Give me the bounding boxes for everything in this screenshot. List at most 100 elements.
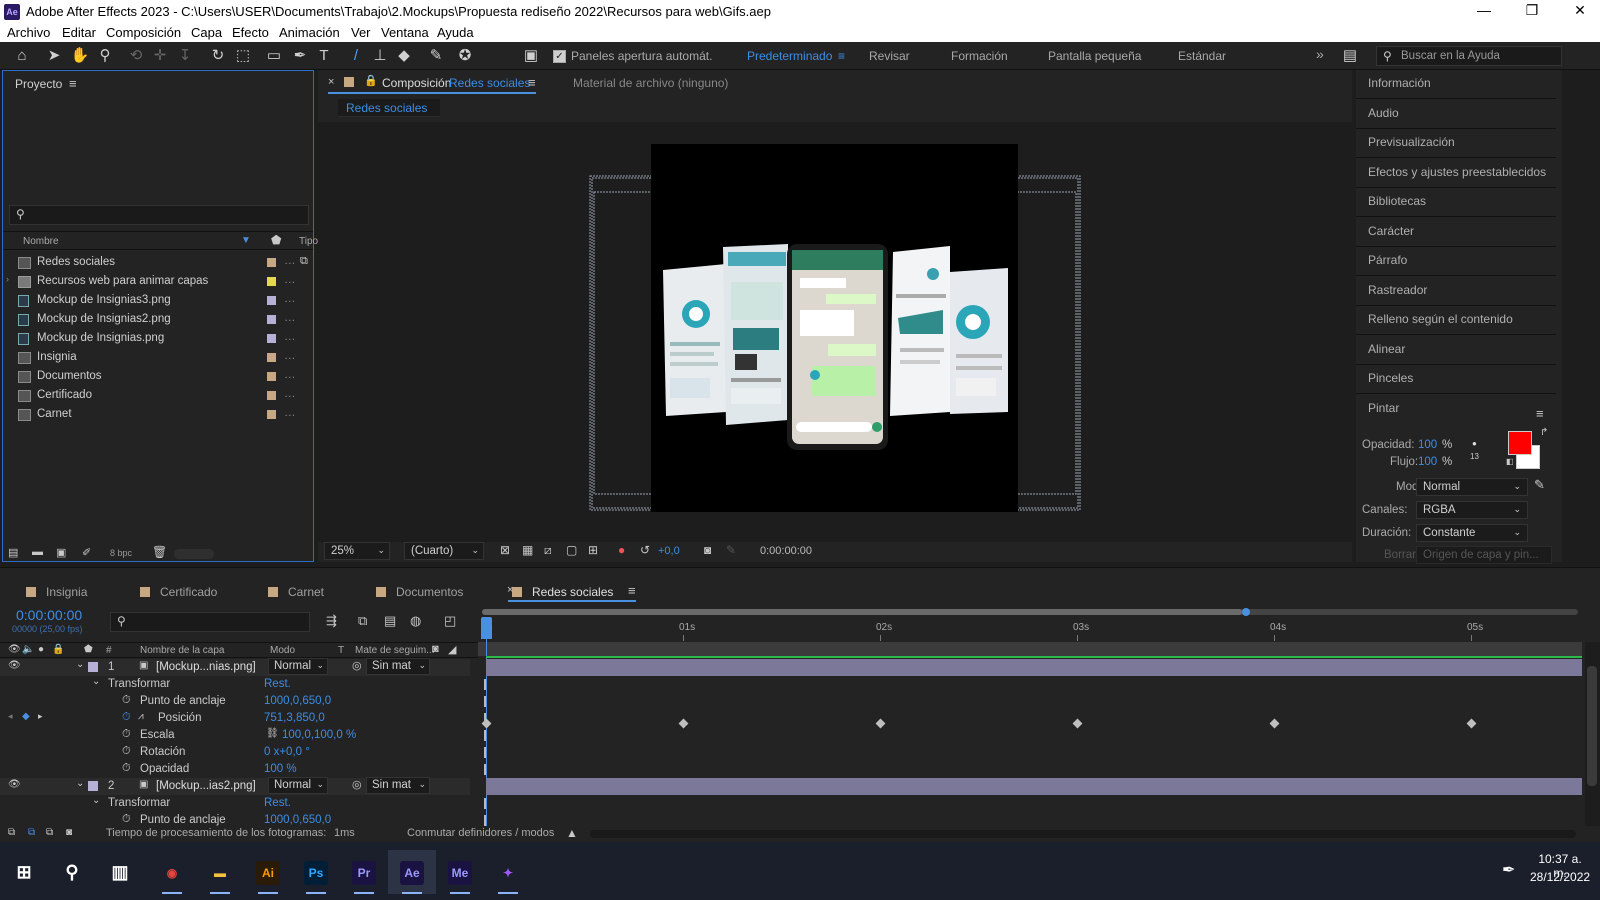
panel-parrafo[interactable]: Párrafo bbox=[1368, 253, 1407, 267]
stopwatch-icon[interactable]: ⏱ bbox=[122, 711, 131, 724]
panel-efectos-y-ajustes-preestablecidos[interactable]: Efectos y ajustes preestablecidos bbox=[1368, 165, 1546, 179]
help-search-field[interactable]: ⚲ Buscar en la Ayuda bbox=[1376, 46, 1562, 66]
timeline-tab-certificado[interactable]: Certificado bbox=[140, 585, 217, 599]
transform-group[interactable]: ⌄ Transformar Rest. bbox=[0, 795, 470, 812]
expand-chevron-icon[interactable]: › bbox=[6, 274, 9, 284]
dolly-tool-icon[interactable]: ↧ bbox=[175, 46, 195, 66]
trash-icon[interactable]: 🗑 bbox=[152, 545, 167, 559]
matte-dropdown[interactable]: Sin mat ⌄ bbox=[366, 658, 430, 675]
panel-relleno-segun-el-contenido[interactable]: Relleno según el contenido bbox=[1368, 312, 1513, 326]
snapshot-camera-icon[interactable]: ◙ bbox=[704, 543, 711, 557]
eyedropper-icon[interactable]: ✎ bbox=[1534, 477, 1545, 493]
render-time-icon[interactable]: ◙ bbox=[66, 827, 72, 838]
graph-editor-icon[interactable]: ◰ bbox=[444, 613, 456, 629]
project-search-input[interactable]: ⚲ bbox=[9, 205, 309, 225]
workspace-estandar[interactable]: Estándar bbox=[1178, 49, 1226, 63]
composition-tab-prefix[interactable]: Composición bbox=[382, 76, 451, 90]
transform-group[interactable]: ⌄ Transformar Rest. bbox=[0, 676, 470, 693]
layer-mode-dropdown[interactable]: Normal ⌄ bbox=[268, 777, 328, 794]
solo-icon[interactable]: ● bbox=[38, 644, 44, 655]
workspace-pantalla-pequena[interactable]: Pantalla pequeña bbox=[1048, 49, 1141, 63]
hand-tool-icon[interactable]: ✋ bbox=[70, 46, 90, 66]
prev-keyframe-icon[interactable]: ◂ bbox=[8, 711, 13, 722]
footage-tab[interactable]: Material de archivo (ninguno) bbox=[573, 76, 728, 90]
timeline-tab-carnet[interactable]: Carnet bbox=[268, 585, 324, 599]
composition-tab-name[interactable]: Redes sociales bbox=[449, 76, 530, 90]
close-tab-icon[interactable]: × bbox=[328, 76, 334, 88]
pan-behind-tool-icon[interactable]: ⬚ bbox=[233, 46, 253, 66]
layer-bar-1[interactable] bbox=[486, 659, 1582, 676]
orbit-tool-icon[interactable]: ⟲ bbox=[126, 46, 146, 66]
windows-start-icon[interactable]: ⊞ bbox=[0, 850, 48, 894]
eye-icon[interactable]: 👁 bbox=[8, 644, 21, 655]
label-color-swatch[interactable] bbox=[267, 353, 276, 362]
opacity-value[interactable]: 100 bbox=[1418, 439, 1437, 451]
brush-tip-icon[interactable]: ● bbox=[1472, 439, 1477, 448]
panel-audio[interactable]: Audio bbox=[1368, 106, 1399, 120]
property-row[interactable]: ⏱ Opacidad 100 % bbox=[0, 761, 470, 778]
type-tool-icon[interactable]: T bbox=[314, 46, 334, 66]
layer-label-swatch[interactable] bbox=[88, 781, 98, 791]
shy-layers-icon[interactable]: ▤ bbox=[384, 613, 396, 629]
label-color-swatch[interactable] bbox=[267, 372, 276, 381]
stopwatch-icon[interactable]: ⏱ bbox=[122, 762, 131, 775]
label-tag-icon[interactable]: ⬟ bbox=[84, 644, 93, 655]
comp-timecode[interactable]: 0:00:00:00 bbox=[760, 545, 812, 557]
taskbar-chrome[interactable]: ◉ bbox=[148, 850, 196, 894]
property-value[interactable]: 1000,0,650,0 bbox=[264, 814, 331, 826]
workspace-overflow-icon[interactable]: » bbox=[1316, 46, 1324, 62]
menu-editar[interactable]: Editar bbox=[62, 25, 96, 40]
interpret-footage-icon[interactable]: ▤ bbox=[8, 546, 18, 559]
new-composition-icon[interactable]: ▣ bbox=[56, 546, 66, 559]
constrain-link-icon[interactable]: ⛓ bbox=[266, 728, 279, 739]
clone-stamp-tool-icon[interactable]: ⊥ bbox=[370, 46, 390, 66]
label-color-swatch[interactable] bbox=[267, 296, 276, 305]
selection-tool-icon[interactable]: ➤ bbox=[44, 46, 64, 66]
snapping-icon[interactable]: ▣ bbox=[521, 46, 541, 66]
panel-alinear[interactable]: Alinear bbox=[1368, 342, 1405, 356]
pan-tool-icon[interactable]: ✛ bbox=[150, 46, 170, 66]
bpc-label[interactable]: 8 bpc bbox=[110, 548, 132, 558]
fast-previews-icon[interactable]: ⊠ bbox=[500, 543, 510, 557]
toggle-switches-modes[interactable]: Conmutar definidores / modos bbox=[407, 827, 554, 839]
column-name-header[interactable]: Nombre bbox=[23, 236, 59, 247]
timeline-tab-documentos[interactable]: Documentos bbox=[376, 585, 463, 599]
channels-dropdown[interactable]: RGBA ⌄ bbox=[1416, 501, 1528, 519]
stopwatch-icon[interactable]: ⏱ bbox=[122, 694, 131, 707]
workspace-menu-icon[interactable]: ≡ bbox=[838, 49, 845, 63]
expand-timing-icon[interactable]: ⧉ bbox=[46, 827, 53, 838]
menu-capa[interactable]: Capa bbox=[191, 25, 222, 40]
panel-bibliotecas[interactable]: Bibliotecas bbox=[1368, 194, 1426, 208]
auto-open-checkbox[interactable]: ✓ bbox=[553, 50, 566, 63]
menu-ventana[interactable]: Ventana bbox=[381, 25, 429, 40]
panel-rastreador[interactable]: Rastreador bbox=[1368, 283, 1427, 297]
project-item[interactable]: Documentos… bbox=[4, 368, 310, 386]
workspace-predeterminado[interactable]: Predeterminado bbox=[747, 49, 832, 63]
taskbar-illustrator[interactable]: Ai bbox=[244, 850, 292, 894]
rectangle-tool-icon[interactable]: ▭ bbox=[264, 46, 284, 66]
property-value[interactable]: 1000,0,650,0 bbox=[264, 695, 331, 707]
taskbar-media-encoder[interactable]: Me bbox=[436, 850, 484, 894]
transform-reset[interactable]: Rest. bbox=[264, 797, 291, 809]
timeline-scrollbar[interactable] bbox=[1585, 642, 1600, 842]
close-tab-icon[interactable]: × bbox=[507, 584, 513, 596]
work-area-bar[interactable] bbox=[482, 608, 1578, 616]
property-row[interactable]: ⏱ ⛓ Escala 100,0,100,0 % bbox=[0, 727, 470, 744]
layer-label-swatch[interactable] bbox=[88, 662, 98, 672]
mask-visibility-icon[interactable]: ⧄ bbox=[544, 543, 552, 558]
grid-guides-icon[interactable]: ⊞ bbox=[588, 543, 598, 557]
expand-transfer-icon[interactable]: ⧉ bbox=[28, 827, 35, 838]
label-color-swatch[interactable] bbox=[267, 410, 276, 419]
motion-blur-icon[interactable]: ◙ bbox=[432, 643, 439, 655]
collapse-chevron-icon[interactable]: ⌄ bbox=[92, 676, 100, 687]
column-type-header[interactable]: Tipo bbox=[299, 236, 318, 247]
collapse-chevron-icon[interactable]: ⌄ bbox=[92, 795, 100, 806]
panel-caracter[interactable]: Carácter bbox=[1368, 224, 1414, 238]
color-channels-icon[interactable]: ● bbox=[618, 543, 625, 557]
roto-brush-tool-icon[interactable]: ✎ bbox=[426, 46, 446, 66]
timeline-search-input[interactable]: ⚲ bbox=[110, 612, 310, 632]
panel-pinceles[interactable]: Pinceles bbox=[1368, 371, 1413, 385]
matte-dropdown[interactable]: Sin mat ⌄ bbox=[366, 777, 430, 794]
matte-header[interactable]: Mate de seguim... bbox=[355, 645, 434, 656]
foreground-color-swatch[interactable] bbox=[1508, 431, 1532, 455]
